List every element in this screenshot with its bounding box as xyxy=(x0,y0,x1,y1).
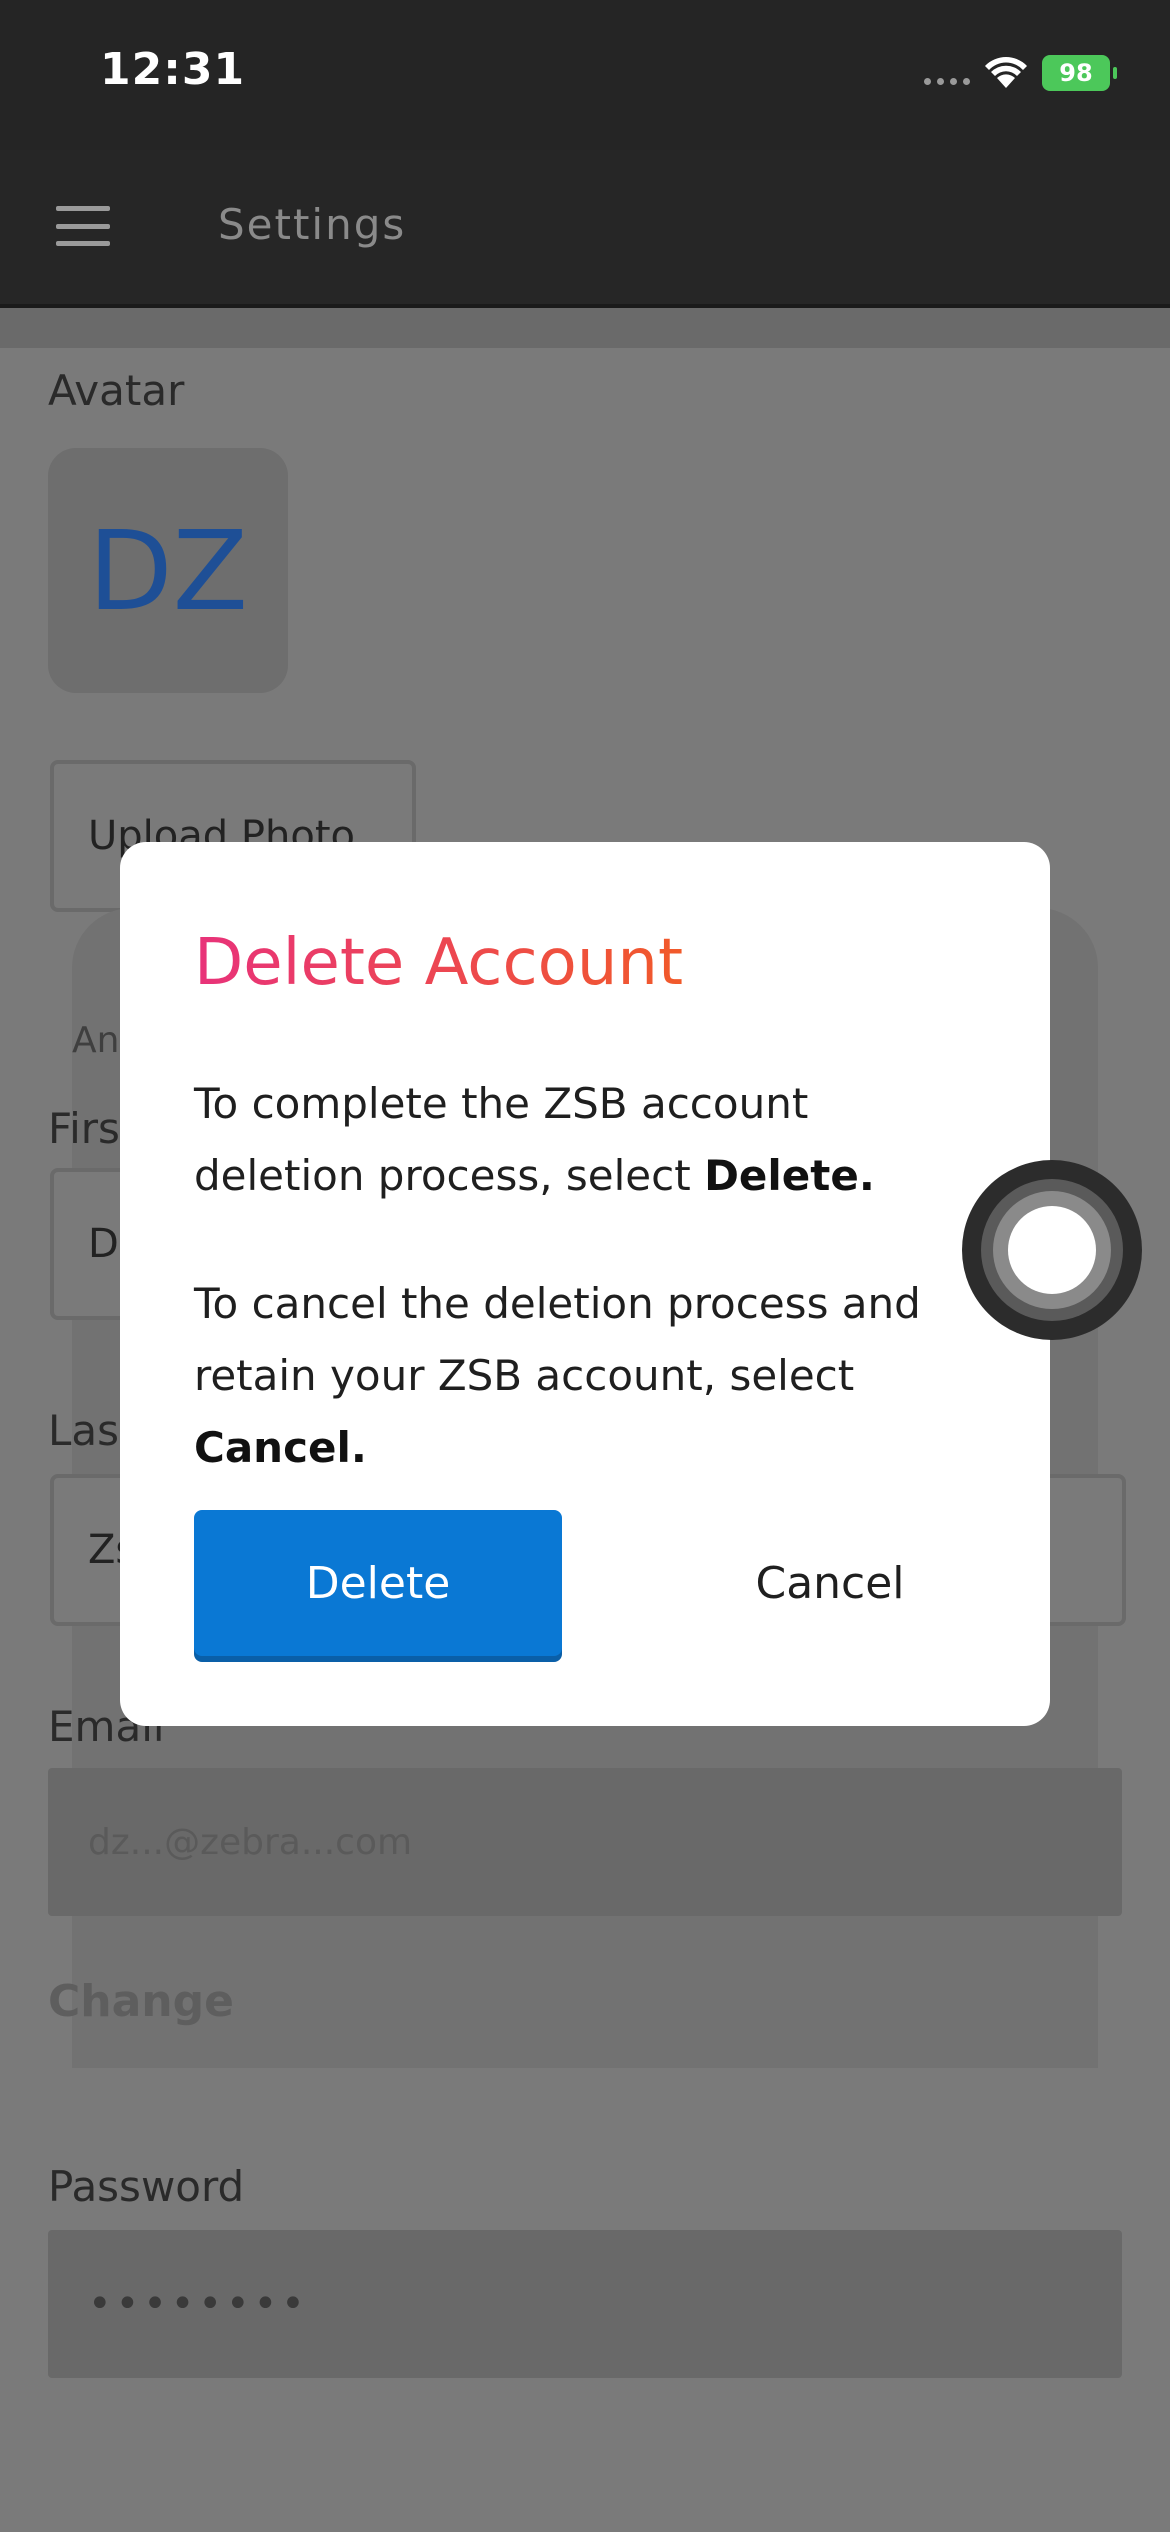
page-title: Settings xyxy=(218,200,407,249)
cellular-signal-icon xyxy=(924,61,970,85)
avatar-initials: DZ xyxy=(87,506,249,635)
dialog-paragraph-cancel: To cancel the deletion process and retai… xyxy=(194,1268,984,1484)
password-label: Password xyxy=(48,2162,245,2211)
change-email-link[interactable]: Change xyxy=(48,1976,234,2027)
dialog-title: Delete Account xyxy=(194,926,684,1000)
delete-button-label: Delete xyxy=(305,1557,451,1609)
cancel-button[interactable]: Cancel xyxy=(680,1510,980,1656)
battery-charging-icon: 98 xyxy=(1042,55,1117,91)
delete-button[interactable]: Delete xyxy=(194,1510,562,1656)
hamburger-menu-icon[interactable] xyxy=(56,204,112,248)
status-bar: 12:31 98 xyxy=(0,0,1170,150)
delete-account-dialog: Delete Account To complete the ZSB accou… xyxy=(120,842,1050,1726)
partial-text: An xyxy=(72,1020,120,1061)
avatar[interactable]: DZ xyxy=(48,448,288,693)
email-value: dz...@zebra...com xyxy=(88,1821,413,1863)
password-field: •••••••• xyxy=(48,2230,1122,2378)
status-time: 12:31 xyxy=(100,44,246,95)
dialog-paragraph-delete: To complete the ZSB account deletion pro… xyxy=(194,1068,984,1212)
cancel-button-label: Cancel xyxy=(755,1557,905,1609)
dialog-paragraph-cancel-text: To cancel the deletion process and retai… xyxy=(194,1279,921,1400)
email-field: dz...@zebra...com xyxy=(48,1768,1122,1916)
status-icons: 98 xyxy=(924,48,1117,98)
header-shadow-band xyxy=(0,308,1170,348)
last-name-label: Las xyxy=(48,1406,120,1455)
app-bar: Settings xyxy=(0,150,1170,308)
dialog-paragraph-cancel-bold: Cancel. xyxy=(194,1423,367,1472)
password-value: •••••••• xyxy=(88,2281,309,2327)
dialog-paragraph-delete-bold: Delete. xyxy=(704,1151,875,1200)
avatar-label: Avatar xyxy=(48,366,185,415)
first-name-label: Firs xyxy=(48,1104,120,1153)
first-name-value: D xyxy=(88,1221,119,1267)
battery-level: 98 xyxy=(1059,59,1093,87)
wifi-icon xyxy=(985,57,1027,88)
assistive-touch-button[interactable] xyxy=(962,1160,1142,1340)
